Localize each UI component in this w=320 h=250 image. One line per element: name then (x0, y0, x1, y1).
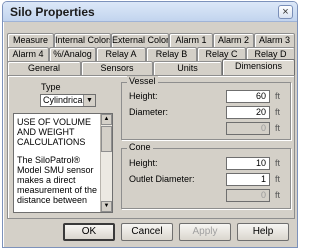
tab-units[interactable]: Units (153, 61, 222, 76)
tab-internal-colors[interactable]: Internal Colors (54, 33, 111, 48)
cone-height-label: Height: (129, 158, 158, 168)
description-scrollbar[interactable]: ▲ ▼ (100, 114, 112, 212)
tab-relay-b[interactable]: Relay B (146, 47, 197, 62)
vessel-extra-input: 0 (226, 122, 270, 135)
tab-percent-analog[interactable]: %/Analog (49, 47, 96, 62)
tab-alarm-4[interactable]: Alarm 4 (7, 47, 49, 62)
vessel-diameter-unit: ft (275, 107, 281, 117)
silo-properties-dialog: Silo Properties × Measure Internal Color… (2, 1, 298, 248)
tab-sensors[interactable]: Sensors (81, 61, 153, 76)
apply-button: Apply (179, 223, 231, 241)
cone-group-title: Cone (127, 142, 153, 152)
description-content: USE OF VOLUME AND WEIGHT CALCULATIONS Th… (17, 117, 99, 212)
cone-extra-input: 0 (226, 189, 270, 202)
tab-measure[interactable]: Measure (7, 33, 54, 48)
vessel-height-unit: ft (275, 91, 281, 101)
tab-alarm-3[interactable]: Alarm 3 (254, 33, 295, 48)
title-bar[interactable]: Silo Properties × (3, 2, 297, 22)
scroll-up-arrow-icon[interactable]: ▲ (101, 114, 112, 125)
tab-dimensions[interactable]: Dimensions (222, 59, 295, 76)
type-dropdown[interactable]: Cylindrical ▼ (40, 94, 96, 107)
vessel-group-title: Vessel (127, 76, 158, 86)
tab-alarm-1[interactable]: Alarm 1 (169, 33, 213, 48)
cone-extra-unit: ft (275, 190, 281, 200)
chevron-down-icon[interactable]: ▼ (83, 95, 95, 106)
tab-external-colors[interactable]: External Colors (111, 33, 169, 48)
tab-alarm-2[interactable]: Alarm 2 (213, 33, 254, 48)
cone-outlet-diameter-input[interactable]: 1 (226, 173, 270, 186)
scroll-down-arrow-icon[interactable]: ▼ (101, 201, 112, 212)
description-textbox[interactable]: USE OF VOLUME AND WEIGHT CALCULATIONS Th… (13, 113, 113, 213)
vessel-diameter-input[interactable]: 20 (226, 106, 270, 119)
help-button[interactable]: Help (237, 223, 289, 241)
description-heading: USE OF VOLUME AND WEIGHT CALCULATIONS (17, 117, 92, 147)
tab-general[interactable]: General (7, 61, 81, 76)
vessel-extra-unit: ft (275, 123, 281, 133)
scroll-thumb[interactable] (101, 126, 112, 152)
vessel-diameter-label: Diameter: (129, 107, 169, 117)
cone-height-unit: ft (275, 158, 281, 168)
vessel-height-label: Height: (129, 91, 158, 101)
ok-button[interactable]: OK (63, 223, 115, 241)
tab-relay-a[interactable]: Relay A (96, 47, 146, 62)
tab-row-3: General Sensors Units Dimensions (7, 59, 295, 76)
cone-height-input[interactable]: 10 (226, 157, 270, 170)
cone-outlet-diameter-label: Outlet Diameter: (129, 174, 195, 184)
cone-outlet-diameter-unit: ft (275, 174, 281, 184)
type-selected-value: Cylindrical (43, 95, 85, 105)
cancel-button[interactable]: Cancel (121, 223, 173, 241)
tab-row-1: Measure Internal Colors External Colors … (7, 33, 295, 48)
close-button[interactable]: × (278, 5, 293, 19)
vessel-height-input[interactable]: 60 (226, 90, 270, 103)
type-label: Type (41, 82, 61, 92)
window-title: Silo Properties (10, 5, 95, 19)
description-body: The SiloPatrol® Model SMU sensor makes a… (17, 155, 98, 205)
